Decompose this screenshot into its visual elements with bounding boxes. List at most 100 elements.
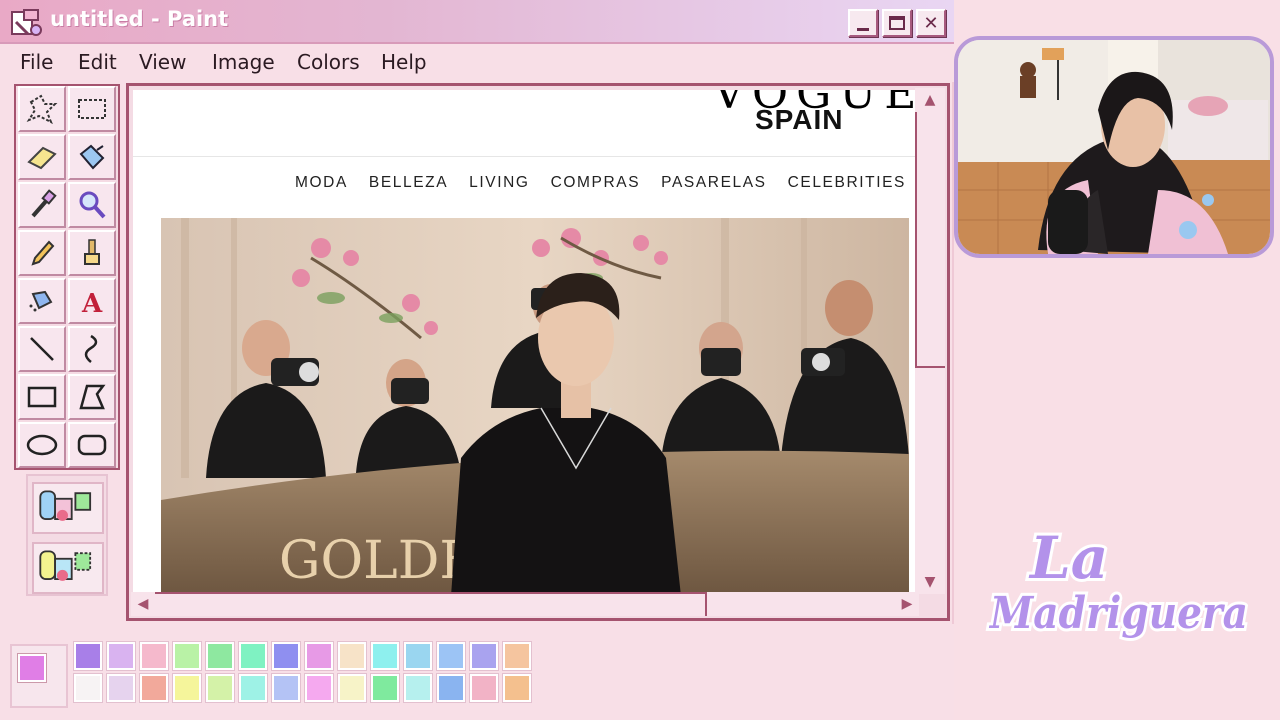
line-icon — [30, 337, 54, 361]
arrow-right-icon: ▶ — [901, 596, 913, 612]
nav-pasarelas[interactable]: PASARELAS — [661, 174, 766, 192]
menu-view[interactable]: View — [139, 50, 186, 74]
header-divider — [133, 156, 919, 157]
rect-select-tool[interactable] — [68, 86, 116, 132]
foreground-color-swatch[interactable] — [17, 653, 47, 683]
la-madriguera-logo: La Madriguera — [980, 510, 1260, 680]
fill-tool[interactable] — [68, 134, 116, 180]
drawing-canvas[interactable]: VOGUE SPAIN MODA BELLEZA LIVING COMPRAS … — [133, 90, 919, 596]
palette-swatch[interactable] — [73, 641, 103, 671]
scroll-left-button[interactable]: ◀ — [131, 592, 155, 616]
palette-swatch[interactable] — [238, 673, 268, 703]
site-nav: MODA BELLEZA LIVING COMPRAS PASARELAS CE… — [295, 174, 919, 192]
minimize-button[interactable] — [848, 9, 878, 37]
vertical-scroll-thumb[interactable] — [915, 112, 945, 368]
streamer-webcam-feed — [958, 40, 1270, 254]
palette-swatch[interactable] — [502, 673, 532, 703]
menu-colors[interactable]: Colors — [297, 50, 360, 74]
shapes-opaque-icon — [39, 490, 92, 521]
palette-swatch[interactable] — [337, 673, 367, 703]
palette-swatch[interactable] — [205, 641, 235, 671]
palette-swatch[interactable] — [469, 673, 499, 703]
pencil-icon — [31, 240, 55, 266]
menu-edit[interactable]: Edit — [78, 50, 117, 74]
palette-swatch[interactable] — [469, 641, 499, 671]
palette-swatch[interactable] — [139, 673, 169, 703]
curve-tool[interactable] — [68, 326, 116, 372]
close-button[interactable]: ✕ — [916, 9, 946, 37]
maximize-icon — [889, 16, 905, 30]
menu-file[interactable]: File — [20, 50, 53, 74]
title-bar[interactable]: untitled - Paint ✕ — [0, 0, 954, 44]
canvas-frame: VOGUE SPAIN MODA BELLEZA LIVING COMPRAS … — [126, 83, 950, 621]
horizontal-scroll-thumb[interactable] — [155, 592, 707, 616]
menu-help[interactable]: Help — [381, 50, 427, 74]
palette-swatch[interactable] — [304, 641, 334, 671]
menu-bar: File Edit View Image Colors Help — [0, 44, 954, 82]
palette-swatch[interactable] — [73, 673, 103, 703]
magnifier-tool[interactable] — [68, 182, 116, 228]
menu-image[interactable]: Image — [212, 50, 275, 74]
ellipse-icon — [26, 434, 58, 456]
free-select-tool[interactable] — [18, 86, 66, 132]
arrow-down-icon: ▼ — [924, 574, 936, 590]
nav-living[interactable]: LIVING — [469, 174, 529, 192]
palette-swatch[interactable] — [271, 673, 301, 703]
transparency-option-opaque[interactable] — [32, 482, 104, 534]
rectangle-tool[interactable] — [18, 374, 66, 420]
palette-swatch[interactable] — [172, 641, 202, 671]
color-picker-tool[interactable] — [18, 182, 66, 228]
palette-swatch[interactable] — [139, 641, 169, 671]
article-photo[interactable]: GOLDE S — [161, 218, 909, 596]
horizontal-scrollbar[interactable]: ◀ ▶ — [131, 592, 919, 616]
paint-bucket-icon — [79, 144, 105, 170]
arrow-left-icon: ◀ — [137, 596, 149, 612]
vertical-scrollbar[interactable]: ▲ ▼ — [915, 88, 945, 594]
polygon-tool[interactable] — [68, 374, 116, 420]
brush-icon — [84, 239, 100, 265]
line-tool[interactable] — [18, 326, 66, 372]
nav-celebrities[interactable]: CELEBRITIES — [788, 174, 906, 192]
pencil-tool[interactable] — [18, 230, 66, 276]
transparency-option-transparent[interactable] — [32, 542, 104, 594]
airbrush-tool[interactable] — [18, 278, 66, 324]
palette-swatch[interactable] — [271, 641, 301, 671]
palette-swatch[interactable] — [370, 641, 400, 671]
ellipse-tool[interactable] — [18, 422, 66, 468]
palette-swatch[interactable] — [436, 641, 466, 671]
text-tool[interactable]: A — [68, 278, 116, 324]
webcam-overlay — [954, 36, 1274, 258]
palette-swatch[interactable] — [337, 641, 367, 671]
palette-swatch[interactable] — [436, 673, 466, 703]
eraser-icon — [27, 146, 57, 170]
palette-swatch[interactable] — [502, 641, 532, 671]
curve-icon — [84, 334, 98, 363]
nav-moda[interactable]: MODA — [295, 174, 348, 192]
rounded-rectangle-icon — [77, 434, 107, 456]
scroll-down-button[interactable]: ▼ — [915, 570, 945, 594]
palette-swatch[interactable] — [238, 641, 268, 671]
nav-belleza[interactable]: BELLEZA — [369, 174, 448, 192]
airbrush-icon — [29, 290, 53, 312]
palette-swatch[interactable] — [370, 673, 400, 703]
palette-swatch[interactable] — [403, 673, 433, 703]
maximize-button[interactable] — [882, 9, 912, 37]
rounded-rectangle-tool[interactable] — [68, 422, 116, 468]
palette-swatch[interactable] — [304, 673, 334, 703]
nav-compras[interactable]: COMPRAS — [551, 174, 641, 192]
palette-swatch[interactable] — [106, 641, 136, 671]
palette-swatch[interactable] — [106, 673, 136, 703]
svg-text:A: A — [81, 289, 103, 318]
scroll-up-button[interactable]: ▲ — [915, 88, 945, 112]
palette-swatch[interactable] — [205, 673, 235, 703]
shapes-transparent-icon — [39, 550, 92, 581]
red-carpet-photo: GOLDE S — [161, 218, 909, 596]
palette-swatch[interactable] — [172, 673, 202, 703]
palette-swatch[interactable] — [403, 641, 433, 671]
eraser-tool[interactable] — [18, 134, 66, 180]
paint-window: untitled - Paint ✕ File Edit View Image … — [0, 0, 954, 720]
tool-box: A — [14, 84, 120, 470]
rectangle-icon — [27, 386, 57, 408]
brush-tool[interactable] — [68, 230, 116, 276]
scroll-right-button[interactable]: ▶ — [895, 592, 919, 616]
